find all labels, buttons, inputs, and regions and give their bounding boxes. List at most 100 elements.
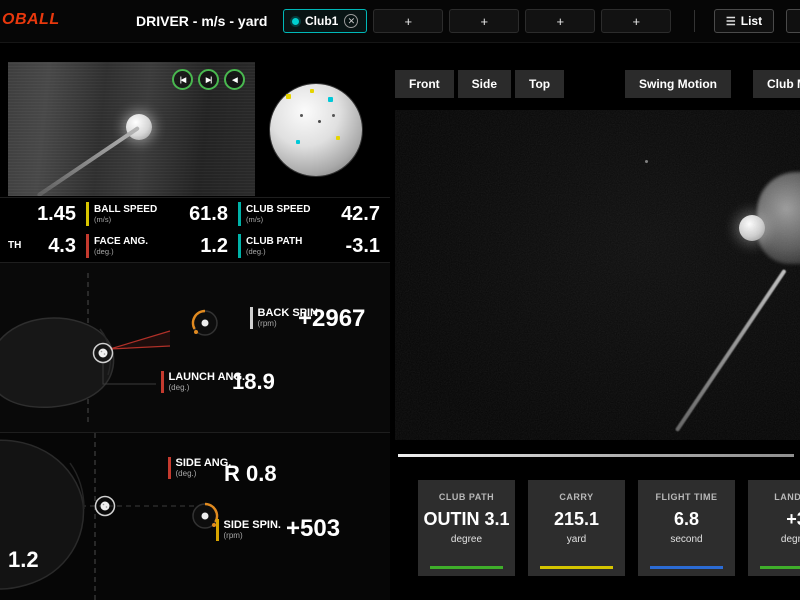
metric-label: FACE ANG.	[94, 236, 148, 248]
side-view-diagram	[0, 263, 390, 433]
metric-label: CLUB SPEED	[246, 204, 310, 216]
stat-label: CLUB PATH	[418, 492, 515, 502]
metric-color-bar	[168, 457, 171, 479]
metric-value: 42.7	[341, 203, 390, 226]
stat-label: CARRY	[528, 492, 625, 502]
ball-spin-view	[270, 84, 362, 176]
side-spin-label-block: SIDE SPIN. (rpm)	[216, 519, 281, 541]
stat-color-bar	[540, 566, 613, 569]
list-button-label: List	[741, 14, 762, 28]
stat-value: 215.1	[528, 509, 625, 530]
tab-club-motion[interactable]: Club Motion	[753, 70, 800, 98]
metric-label: CLUB PATH	[246, 236, 302, 248]
club-tab-active[interactable]: Club1 ✕	[283, 9, 367, 33]
club-head-image	[757, 172, 800, 264]
metric-cell-path: TH 4.3	[0, 230, 86, 262]
ball-marker-yellow	[286, 94, 291, 99]
stat-value: +3	[748, 509, 800, 530]
add-club-tab-1[interactable]: +	[373, 9, 443, 33]
stat-unit: yard	[528, 534, 625, 545]
ball-marker-yellow	[336, 136, 340, 140]
sidespin-gauge-icon	[193, 504, 217, 528]
ball-marker-cyan	[296, 140, 300, 144]
brand-logo: OBALL	[2, 11, 60, 29]
tab-top[interactable]: Top	[515, 70, 564, 98]
ball-marker-cyan	[328, 97, 333, 102]
metric-color-bar	[250, 307, 253, 329]
list-icon: ☰	[726, 15, 736, 28]
metric-unit: (deg.)	[246, 248, 302, 256]
driver-head-side-silhouette	[0, 318, 114, 407]
metric-color-bar	[86, 202, 89, 226]
list-button[interactable]: ☰ List	[714, 9, 774, 33]
metric-value: 1.45	[37, 203, 86, 226]
club-shaft-image	[37, 126, 140, 196]
stat-unit: degree	[418, 534, 515, 545]
add-club-tab-3[interactable]: +	[525, 9, 595, 33]
side-spin-unit: (rpm)	[224, 532, 281, 541]
ball-dimple-dot	[332, 114, 335, 117]
stat-label: LANDING	[748, 492, 800, 502]
ball-position-icon	[96, 497, 115, 516]
tab-swing-motion[interactable]: Swing Motion	[625, 70, 731, 98]
tab-front[interactable]: Front	[395, 70, 454, 98]
stat-unit: degree	[748, 534, 800, 545]
ball-camera-image: |◀ ▶| ◀	[8, 62, 255, 196]
metric-color-bar	[161, 371, 164, 393]
club-shaft-image	[675, 269, 787, 432]
side-angle-label-block: SIDE ANG. (deg.)	[168, 457, 231, 479]
video-speck	[645, 160, 648, 163]
metric-cell-club-speed: CLUB SPEED (m/s) 42.7	[238, 198, 390, 230]
ball-dimple-dot	[318, 120, 321, 123]
metric-cell-smash: 1.45	[0, 198, 86, 230]
ball-position-icon	[94, 344, 113, 363]
step-back-icon[interactable]: |◀	[172, 69, 193, 90]
ball-marker-yellow	[310, 89, 314, 93]
stat-card-flight-time: FLIGHT TIME 6.8 second	[638, 480, 735, 576]
side-spin-panel: SIDE ANG. (deg.) R 0.8 SIDE SPIN. (rpm) …	[0, 432, 390, 600]
metric-unit: (m/s)	[246, 216, 310, 224]
back-spin-value: +2967	[298, 305, 365, 333]
metric-color-bar	[0, 202, 3, 226]
play-reverse-icon[interactable]: ◀	[224, 69, 245, 90]
metric-color-bar	[86, 234, 89, 258]
stat-value: OUTIN 3.1	[418, 509, 515, 530]
metric-cell-face-angle: FACE ANG. (deg.) 1.2	[86, 230, 238, 262]
metric-label: TH	[8, 240, 21, 252]
stat-label: FLIGHT TIME	[638, 492, 735, 502]
clipped-edge-button[interactable]	[786, 9, 800, 33]
metric-value: 4.3	[48, 235, 86, 258]
metric-unit: (m/s)	[94, 216, 157, 224]
club-tab-label: Club1	[305, 14, 338, 28]
session-title: DRIVER - m/s - yard	[136, 13, 267, 29]
metric-unit: (deg.)	[94, 248, 148, 256]
metric-cell-ball-speed: BALL SPEED (m/s) 61.8	[86, 198, 238, 230]
step-forward-icon[interactable]: ▶|	[198, 69, 219, 90]
close-icon[interactable]: ✕	[344, 14, 358, 28]
playback-controls: |◀ ▶| ◀	[172, 69, 245, 90]
backspin-gauge-icon	[193, 311, 217, 335]
stat-card-club-path: CLUB PATH OUTIN 3.1 degree	[418, 480, 515, 576]
tab-side[interactable]: Side	[458, 70, 511, 98]
stat-color-bar	[650, 566, 723, 569]
stat-card-carry: CARRY 215.1 yard	[528, 480, 625, 576]
motion-tabs: Swing Motion Club Motion	[625, 70, 800, 98]
launch-angle-value: 18.9	[232, 369, 275, 395]
stat-unit: second	[638, 534, 735, 545]
corner-value: 1.2	[8, 547, 39, 573]
add-club-tab-2[interactable]: +	[449, 9, 519, 33]
metric-color-bar	[0, 234, 3, 258]
launch-monitor-app: OBALL DRIVER - m/s - yard Club1 ✕ + + + …	[0, 0, 800, 600]
metric-cell-club-path: CLUB PATH (deg.) -3.1	[238, 230, 390, 262]
stat-color-bar	[760, 566, 800, 569]
stat-card-landing: LANDING +3 degree	[748, 480, 800, 576]
result-stat-cards: CLUB PATH OUTIN 3.1 degree CARRY 215.1 y…	[418, 480, 800, 576]
top-bar: OBALL DRIVER - m/s - yard Club1 ✕ + + + …	[0, 0, 800, 43]
club-status-dot-icon	[292, 18, 299, 25]
video-noise-overlay	[395, 110, 800, 440]
club-tab-strip: Club1 ✕ + + + +	[283, 9, 671, 33]
metric-color-bar	[238, 202, 241, 226]
metric-value: 1.2	[200, 235, 238, 258]
video-progress-bar[interactable]	[398, 454, 794, 457]
add-club-tab-4[interactable]: +	[601, 9, 671, 33]
